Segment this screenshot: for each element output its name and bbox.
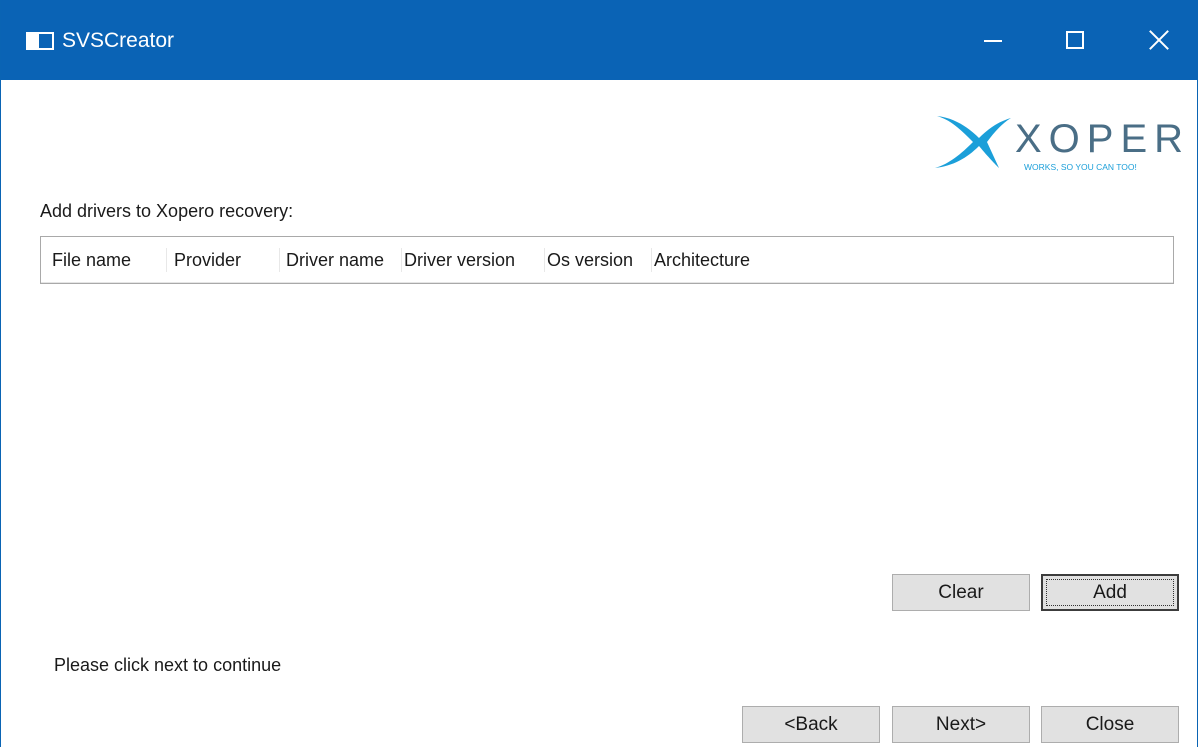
close-button[interactable]: Close	[1041, 706, 1179, 743]
close-icon	[1148, 29, 1170, 51]
close-window-button[interactable]	[1127, 0, 1191, 80]
column-header-os-version[interactable]: Os version	[545, 247, 652, 272]
drivers-label: Add drivers to Xopero recovery:	[40, 201, 294, 221]
title-bar[interactable]: SVSCreator	[1, 0, 1198, 80]
logo-tagline: WORKS, SO YOU CAN TOO!	[1024, 162, 1137, 172]
column-header-driver-version[interactable]: Driver version	[402, 247, 545, 272]
add-button[interactable]: Add	[1041, 574, 1179, 611]
logo-text: XOPERO	[1015, 117, 1181, 161]
minimize-icon	[984, 40, 1002, 42]
drivers-list[interactable]: File name Provider Driver name Driver ve…	[40, 236, 1174, 284]
status-message: Please click next to continue	[54, 655, 282, 675]
back-button[interactable]: <Back	[742, 706, 880, 743]
column-header-architecture[interactable]: Architecture	[652, 248, 782, 272]
column-header-driver-name[interactable]: Driver name	[280, 247, 402, 272]
xopero-x-mark	[935, 116, 1011, 168]
xopero-logo: XOPERO WORKS, SO YOU CAN TOO!	[935, 116, 1181, 172]
clear-button[interactable]: Clear	[892, 574, 1030, 611]
drivers-list-header: File name Provider Driver name Driver ve…	[41, 237, 1173, 283]
focus-rectangle	[1046, 579, 1174, 606]
column-header-provider[interactable]: Provider	[167, 247, 280, 272]
app-icon	[26, 32, 54, 50]
next-button[interactable]: Next>	[892, 706, 1030, 743]
window-title: SVSCreator	[62, 29, 175, 52]
minimize-button[interactable]	[961, 0, 1025, 80]
maximize-icon	[1066, 31, 1084, 49]
svscreator-window: SVSCreator XOPERO WORKS, SO YOU CAN TOO!…	[0, 0, 1198, 747]
maximize-button[interactable]	[1043, 0, 1107, 80]
column-header-file-name[interactable]: File name	[41, 247, 167, 272]
